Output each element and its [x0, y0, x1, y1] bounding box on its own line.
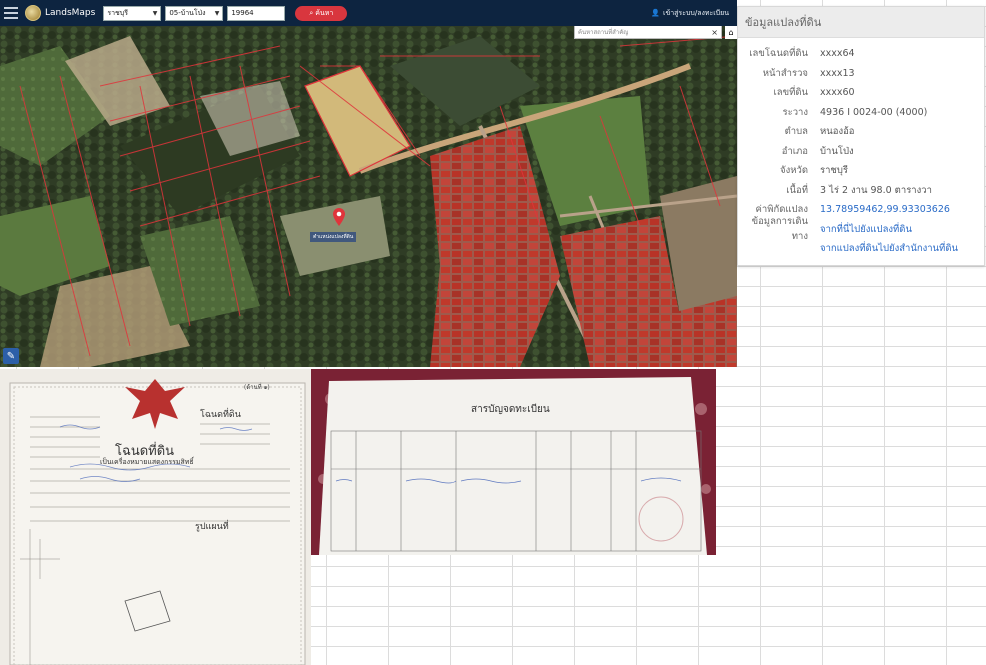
- row-value: 3 ไร่ 2 งาน 98.0 ตารางวา: [820, 184, 932, 196]
- user-icon: 👤: [651, 9, 661, 17]
- directions-to-office-link[interactable]: จากแปลงที่ดินไปยังสำนักงานที่ดิน: [820, 241, 958, 256]
- dol-logo: [25, 5, 41, 21]
- registry-title: สารบัญจดทะเบียน: [471, 404, 550, 415]
- login-link[interactable]: 👤 เข้าสู่ระบบ/ลงทะเบียน: [651, 8, 733, 19]
- row-label: อำเภอ: [781, 145, 808, 157]
- top-toolbar: LandsMaps ราชบุรี ▼ 05-บ้านโป่ง ▼ 19964 …: [0, 0, 737, 26]
- row-label: เนื้อที่: [786, 184, 808, 196]
- row-label: ตำบล: [784, 126, 808, 138]
- info-row-directions: ข้อมูลการเดินทาง จากที่นี่ไปยังแปลงที่ดิ…: [738, 216, 984, 242]
- district-select[interactable]: 05-บ้านโป่ง ▼: [165, 5, 224, 21]
- row-label: หน้าสำรวจ: [762, 67, 808, 79]
- info-row-area: เนื้อที่ 3 ไร่ 2 งาน 98.0 ตารางวา: [738, 181, 984, 201]
- map-window: LandsMaps ราชบุรี ▼ 05-บ้านโป่ง ▼ 19964 …: [0, 0, 737, 367]
- parcel-number-input[interactable]: 19964: [227, 5, 286, 21]
- info-rows: เลขโฉนดที่ดิน xxxx64 หน้าสำรวจ xxxx13 เล…: [738, 38, 984, 259]
- search-icon: ⌕: [309, 8, 314, 17]
- pin-label: ตำแหน่งแปลงที่ดิน: [310, 232, 357, 242]
- info-row-land-number: เลขที่ดิน xxxx60: [738, 83, 984, 103]
- row-value: ราชบุรี: [820, 165, 849, 177]
- app-name: LandsMaps: [45, 8, 96, 18]
- place-search-placeholder: ค้นหาสถานที่สำคัญ: [578, 29, 629, 36]
- info-row-district: อำเภอ บ้านโป่ง: [738, 142, 984, 162]
- registry-record-photo: สารบัญจดทะเบียน: [311, 369, 716, 555]
- row-value: หนองอ้อ: [820, 126, 855, 138]
- deed-header-right: โฉนดที่ดิน: [200, 410, 241, 420]
- chevron-down-icon: ▼: [214, 9, 220, 17]
- info-row-map-sheet: ระวาง 4936 I 0024-00 (4000): [738, 103, 984, 123]
- row-value: xxxx60: [820, 87, 855, 99]
- row-label: ข้อมูลการเดินทาง: [751, 216, 808, 243]
- title-deed-photo: โฉนดที่ดิน (ด้านที่ ๑) โฉนดที่ดิน เป็นเค…: [0, 369, 311, 665]
- login-label: เข้าสู่ระบบ/ลงทะเบียน: [663, 8, 729, 17]
- parcel-info-panel: ข้อมูลแปลงที่ดิน เลขโฉนดที่ดิน xxxx64 หน…: [737, 6, 985, 266]
- place-search-input[interactable]: ค้นหาสถานที่สำคัญ ×: [574, 25, 722, 39]
- search-button[interactable]: ⌕ ค้นหา: [295, 5, 348, 21]
- row-label: ระวาง: [782, 106, 808, 118]
- info-row-deed-number: เลขโฉนดที่ดิน xxxx64: [738, 44, 984, 64]
- coordinates-link[interactable]: 13.78959462,99.93303626: [820, 204, 950, 215]
- measure-tool-icon[interactable]: ✎: [3, 348, 19, 364]
- row-value: xxxx13: [820, 67, 855, 79]
- home-icon[interactable]: ⌂: [725, 26, 737, 39]
- hamburger-menu-icon[interactable]: [4, 7, 18, 19]
- directions-from-here-link[interactable]: จากที่นี่ไปยังแปลงที่ดิน: [820, 222, 912, 237]
- satellite-map[interactable]: [0, 26, 737, 367]
- deed-map-label: รูปแผนที่: [195, 522, 229, 532]
- info-row-subdistrict: ตำบล หนองอ้อ: [738, 122, 984, 142]
- district-value: 05-บ้านโป่ง: [169, 8, 206, 17]
- location-pin-icon[interactable]: [333, 208, 345, 230]
- row-label: เลขที่ดิน: [773, 87, 809, 99]
- chevron-down-icon: ▼: [152, 9, 158, 17]
- row-label: จังหวัด: [780, 165, 808, 177]
- row-value: 4936 I 0024-00 (4000): [820, 106, 928, 118]
- province-value: ราชบุรี: [107, 8, 128, 17]
- info-row-survey-page: หน้าสำรวจ xxxx13: [738, 64, 984, 84]
- close-icon[interactable]: ×: [711, 28, 718, 37]
- deed-page-number: (ด้านที่ ๑): [244, 384, 270, 391]
- row-value: xxxx64: [820, 48, 855, 60]
- deed-subtitle: เป็นเครื่องหมายแสดงกรรมสิทธิ์: [100, 458, 194, 466]
- deed-paper: [0, 369, 311, 665]
- registry-paper: [311, 369, 716, 555]
- row-value: บ้านโป่ง: [820, 145, 854, 157]
- panel-title: ข้อมูลแปลงที่ดิน: [738, 7, 984, 38]
- province-select[interactable]: ราชบุรี ▼: [103, 5, 162, 21]
- search-button-label: ค้นหา: [315, 8, 334, 17]
- info-row-province: จังหวัด ราชบุรี: [738, 161, 984, 181]
- row-label: เลขโฉนดที่ดิน: [749, 48, 808, 60]
